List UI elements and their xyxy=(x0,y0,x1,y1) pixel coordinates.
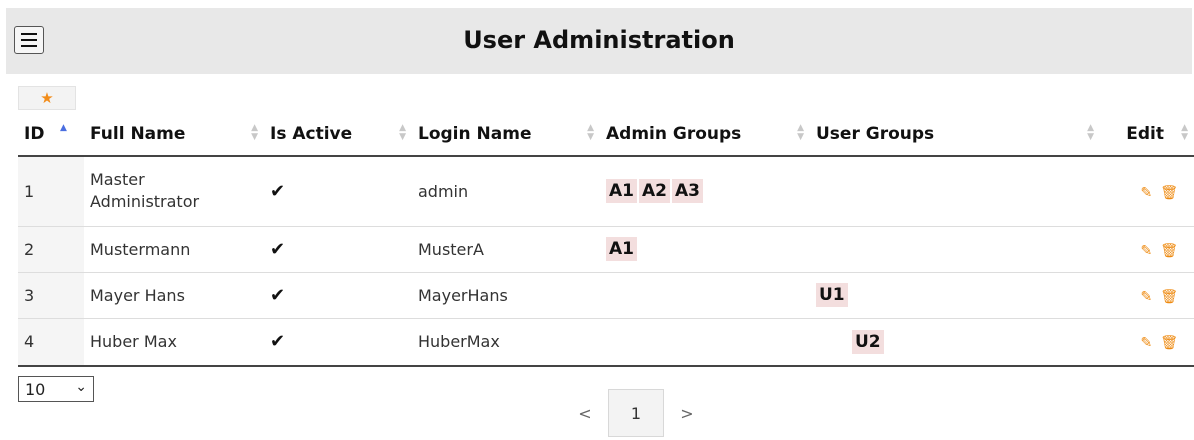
table-row[interactable]: 2 Mustermann ✔ MusterA A1 ✎ 🗑 xyxy=(18,225,1194,272)
sort-icon: ▲ ▼ xyxy=(797,123,804,142)
table-header-row: ID ▲▼ Full Name ▲▼ Is Active ▲▼ Login Na… xyxy=(18,112,1194,157)
cell-is-active: ✔ xyxy=(264,155,412,226)
cell-is-active: ✔ xyxy=(264,271,412,318)
page-size-select[interactable]: 10 ⌄ xyxy=(18,376,94,402)
sort-icon: ▲ ▼ xyxy=(251,123,258,142)
favorites-button[interactable]: ★ xyxy=(18,86,76,110)
checkmark-icon: ✔ xyxy=(270,331,286,353)
cell-id: 3 xyxy=(18,271,84,318)
admin-group-badge: A3 xyxy=(672,179,703,204)
table-row[interactable]: 3 Mayer Hans ✔ MayerHans U1 ✎ 🗑 xyxy=(18,271,1194,318)
cell-full-name: Huber Max xyxy=(84,317,264,367)
checkmark-icon: ✔ xyxy=(270,284,286,306)
pencil-icon[interactable]: ✎ xyxy=(1140,243,1152,259)
column-header-is-active[interactable]: Is Active ▲ ▼ xyxy=(264,112,412,157)
cell-user-groups xyxy=(810,155,1100,226)
next-page-button[interactable]: > xyxy=(672,404,702,423)
cell-user-groups xyxy=(810,225,1100,272)
checkmark-icon: ✔ xyxy=(270,180,286,202)
cell-full-name: Mayer Hans xyxy=(84,271,264,318)
cell-is-active: ✔ xyxy=(264,317,412,367)
cell-admin-groups: A1 xyxy=(600,225,810,272)
user-group-badge: U1 xyxy=(816,283,848,307)
column-header-login-name[interactable]: Login Name ▲ ▼ xyxy=(412,112,600,157)
admin-group-badge: A2 xyxy=(639,179,670,204)
cell-user-groups: U2 xyxy=(810,317,1100,367)
admin-group-badge: A1 xyxy=(606,179,637,204)
cell-edit: ✎ 🗑 xyxy=(1100,317,1194,367)
checkmark-icon: ✔ xyxy=(270,238,286,260)
cell-login-name: admin xyxy=(412,155,600,226)
sort-icon: ▲ ▼ xyxy=(1181,123,1188,142)
cell-full-name: Mustermann xyxy=(84,225,264,272)
cell-login-name: MayerHans xyxy=(412,271,600,318)
pencil-icon[interactable]: ✎ xyxy=(1140,289,1152,305)
cell-login-name: MusterA xyxy=(412,225,600,272)
chevron-down-icon: ⌄ xyxy=(75,379,87,395)
cell-full-name: Master Administrator xyxy=(84,155,264,226)
trash-icon[interactable]: 🗑 xyxy=(1160,185,1178,201)
pencil-icon[interactable]: ✎ xyxy=(1140,335,1152,351)
title-bar: User Administration xyxy=(6,8,1192,74)
cell-admin-groups xyxy=(600,317,810,367)
user-group-badge: U2 xyxy=(852,329,884,354)
column-header-admin-groups[interactable]: Admin Groups ▲ ▼ xyxy=(600,112,810,157)
cell-user-groups: U1 xyxy=(810,271,1100,318)
cell-id: 2 xyxy=(18,225,84,272)
page-size-value: 10 xyxy=(25,379,46,399)
cell-login-name: HuberMax xyxy=(412,317,600,367)
pencil-icon[interactable]: ✎ xyxy=(1140,185,1152,201)
cell-edit: ✎ 🗑 xyxy=(1100,225,1194,272)
previous-page-button[interactable]: < xyxy=(570,404,600,423)
cell-edit: ✎ 🗑 xyxy=(1100,155,1194,226)
table-row[interactable]: 4 Huber Max ✔ HuberMax U2 ✎ 🗑 xyxy=(18,317,1194,367)
column-header-id[interactable]: ID ▲▼ xyxy=(18,112,84,157)
trash-icon[interactable]: 🗑 xyxy=(1160,289,1178,305)
column-header-edit[interactable]: Edit ▲ ▼ xyxy=(1100,112,1194,157)
users-table: ID ▲▼ Full Name ▲▼ Is Active ▲▼ Login Na… xyxy=(18,112,1194,367)
cell-admin-groups: A1 A2 A3 xyxy=(600,155,810,226)
star-icon: ★ xyxy=(40,89,54,107)
column-header-full-name[interactable]: Full Name ▲ ▼ xyxy=(84,112,264,157)
cell-admin-groups xyxy=(600,271,810,318)
sort-icon: ▲ ▼ xyxy=(1087,123,1094,142)
cell-id: 1 xyxy=(18,155,84,226)
sort-ascending-icon: ▲▼ xyxy=(60,123,67,133)
cell-edit: ✎ 🗑 xyxy=(1100,271,1194,318)
pagination: < 1 > xyxy=(570,388,702,438)
table-row[interactable]: 1 Master Administrator ✔ admin A1 A2 A3 ✎ 🗑 xyxy=(18,155,1194,226)
sort-icon: ▲ ▼ xyxy=(587,123,594,142)
sort-icon: ▲ ▼ xyxy=(399,123,406,142)
page-title: User Administration xyxy=(463,26,735,54)
column-header-user-groups[interactable]: User Groups ▲ ▼ xyxy=(810,112,1100,157)
page-button-current[interactable]: 1 xyxy=(608,389,664,437)
admin-group-badge: A1 xyxy=(606,237,637,261)
trash-icon[interactable]: 🗑 xyxy=(1160,335,1178,351)
trash-icon[interactable]: 🗑 xyxy=(1160,243,1178,259)
cell-id: 4 xyxy=(18,317,84,367)
cell-is-active: ✔ xyxy=(264,225,412,272)
